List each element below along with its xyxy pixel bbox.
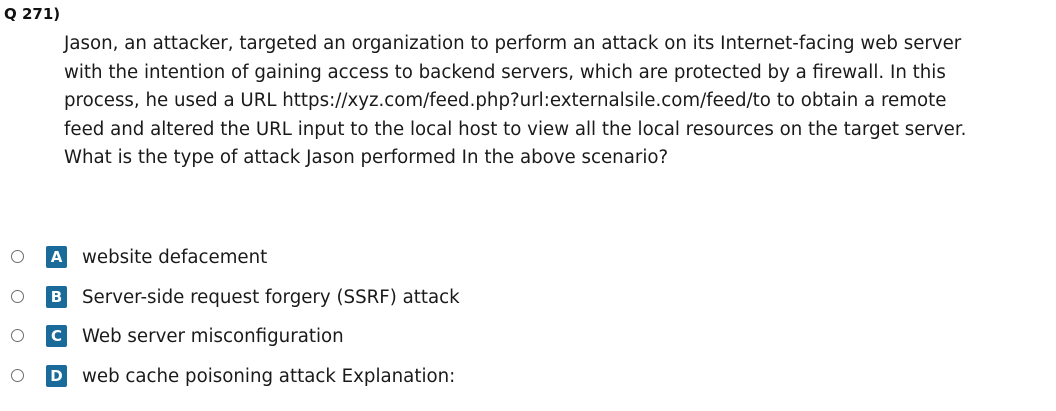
question-line: with the intention of gaining access to …	[64, 61, 946, 83]
option-d-radio[interactable]	[11, 369, 24, 382]
option-a-radio[interactable]	[11, 250, 24, 263]
option-c-letter-badge: C	[46, 325, 67, 347]
question-text: Jason, an attacker, targeted an organiza…	[64, 30, 1049, 173]
question-line: process, he used a URL https://xyz.com/f…	[64, 90, 947, 111]
question-line: What is the type of attack Jason perform…	[64, 147, 669, 168]
question-line: Jason, an attacker, targeted an organiza…	[64, 33, 962, 54]
option-c-text: Web server misconfiguration	[82, 326, 344, 347]
question-line: feed and altered the URL input to the lo…	[64, 118, 967, 140]
option-d-text: web cache poisoning attack Explanation:	[82, 366, 456, 387]
option-a-letter-badge: A	[46, 246, 67, 268]
option-b-text: Server-side request forgery (SSRF) attac…	[82, 287, 460, 308]
option-c-radio[interactable]	[11, 329, 24, 342]
question-number: Q 271)	[4, 5, 61, 23]
option-a-text: website defacement	[82, 247, 268, 268]
option-d-letter-badge: D	[46, 365, 67, 387]
option-b-radio[interactable]	[11, 290, 24, 303]
option-b-letter-badge: B	[46, 286, 67, 308]
